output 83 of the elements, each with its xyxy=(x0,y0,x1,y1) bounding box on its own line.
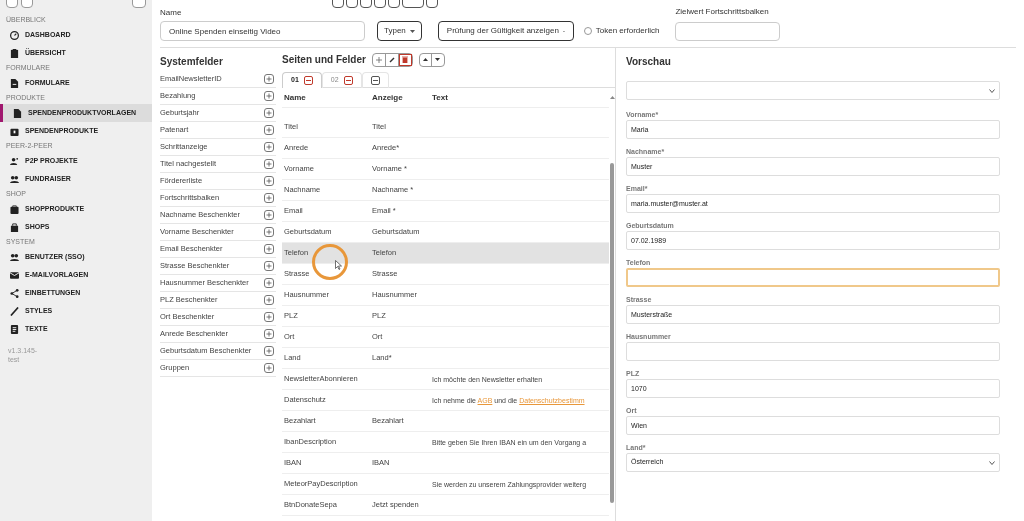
plus-icon xyxy=(266,93,272,99)
envelope-icon xyxy=(10,270,19,280)
scrollbar-thumb[interactable] xyxy=(610,163,614,503)
share-icon xyxy=(10,288,19,298)
up-arrow-icon xyxy=(422,58,428,61)
add-field-button[interactable] xyxy=(264,295,274,305)
column-header: Name xyxy=(284,92,306,102)
select-field[interactable] xyxy=(626,81,1000,100)
add-field-button[interactable] xyxy=(264,312,274,322)
scroll-up-icon xyxy=(609,96,615,99)
plus-icon xyxy=(266,127,272,133)
plus-icon xyxy=(266,297,272,303)
pencil-icon xyxy=(388,56,395,63)
document-icon xyxy=(10,324,19,334)
minus-icon xyxy=(372,80,378,81)
section-title: Systemfelder xyxy=(160,55,224,69)
section-title: Seiten und Felder xyxy=(282,53,366,67)
minus-icon xyxy=(345,80,351,81)
add-field-button[interactable] xyxy=(264,159,274,169)
trash-icon xyxy=(402,56,409,63)
column-header: Anzeige xyxy=(372,92,403,102)
checkbox-label: Token erforderlich xyxy=(595,25,660,37)
clipboard-icon xyxy=(10,48,19,58)
plus-icon xyxy=(266,195,272,201)
add-field-button[interactable] xyxy=(264,244,274,254)
add-field-button[interactable] xyxy=(264,227,274,237)
mouse-pointer-icon xyxy=(335,260,342,270)
users-icon xyxy=(10,174,19,184)
plus-icon xyxy=(266,246,272,252)
input-field[interactable] xyxy=(626,268,1000,287)
add-field-button[interactable] xyxy=(264,142,274,152)
page-tab[interactable] xyxy=(361,72,389,88)
users-icon xyxy=(10,156,19,166)
add-field-button[interactable] xyxy=(264,91,274,101)
input-field[interactable] xyxy=(626,342,1000,361)
goal-field[interactable] xyxy=(675,22,781,41)
bag-icon xyxy=(10,222,19,232)
add-field-button[interactable] xyxy=(264,346,274,356)
plus-icon xyxy=(266,348,272,354)
add-field-button[interactable] xyxy=(264,278,274,288)
plus-icon xyxy=(266,263,272,269)
add-field-button[interactable] xyxy=(264,193,274,203)
types-dropdown[interactable]: Typen xyxy=(377,21,422,41)
down-arrow-icon xyxy=(435,58,441,61)
add-field-button[interactable] xyxy=(264,363,274,373)
add-field-button[interactable] xyxy=(264,125,274,135)
field-label: Zielwert Fortschrittsbalken xyxy=(675,6,770,18)
plus-icon xyxy=(266,229,272,235)
plus-icon xyxy=(375,56,382,63)
document-icon xyxy=(13,108,22,118)
users-icon xyxy=(10,252,19,262)
bag-icon xyxy=(10,204,19,214)
add-field-button[interactable] xyxy=(264,74,274,84)
section-title: Vorschau xyxy=(626,55,672,69)
chevron-down-icon xyxy=(989,460,995,465)
plus-icon xyxy=(266,331,272,337)
plus-icon xyxy=(266,365,272,371)
add-field-button[interactable] xyxy=(264,176,274,186)
plus-icon xyxy=(266,212,272,218)
validation-dropdown[interactable]: Prüfung der Gültigkeit anzeigen xyxy=(437,21,574,41)
delete-button[interactable] xyxy=(398,53,412,66)
remove-page-button[interactable] xyxy=(370,76,380,85)
name-field[interactable]: Online Spenden einseitig Video xyxy=(160,21,365,41)
gauge-icon xyxy=(10,30,19,40)
add-field-button[interactable] xyxy=(264,210,274,220)
add-field-button[interactable] xyxy=(264,329,274,339)
document-icon xyxy=(10,78,19,88)
remove-page-button[interactable] xyxy=(343,76,353,85)
plus-icon xyxy=(266,110,272,116)
plus-icon xyxy=(266,280,272,286)
plus-icon xyxy=(266,178,272,184)
remove-page-button[interactable] xyxy=(303,76,313,85)
add-field-button[interactable] xyxy=(264,108,274,118)
chevron-down-icon xyxy=(989,88,995,93)
plus-icon xyxy=(266,161,272,167)
plus-icon xyxy=(266,314,272,320)
field-label: Name xyxy=(160,7,183,19)
column-header: Text xyxy=(432,92,448,102)
caret-icon xyxy=(409,29,415,33)
plus-icon xyxy=(266,76,272,82)
minus-icon xyxy=(305,80,311,81)
add-field-button[interactable] xyxy=(264,261,274,271)
plus-icon xyxy=(266,144,272,150)
